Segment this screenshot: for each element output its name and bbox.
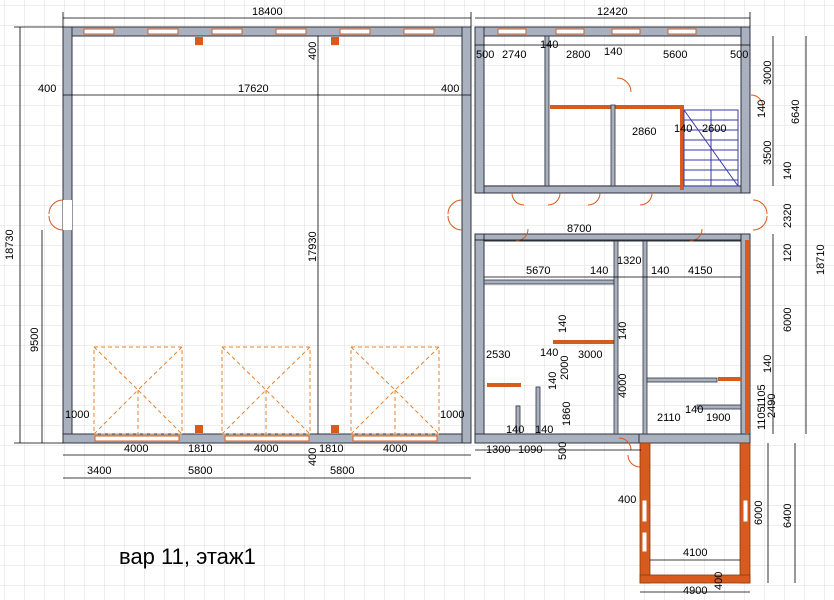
dim-r-2530: 2530 (486, 349, 510, 361)
dim-r-6400: 6400 (782, 504, 794, 528)
wall-left (62, 26, 73, 444)
dim-r-1090: 1090 (518, 444, 542, 456)
column-1 (195, 37, 203, 45)
dim-r-1320: 1320 (617, 255, 641, 267)
dim-r-2860: 2860 (632, 126, 656, 138)
dim-r-6000-b: 6000 (753, 501, 765, 525)
dim-r-8700: 8700 (567, 223, 591, 235)
dim-r-140-e: 140 (782, 162, 794, 180)
dim-r-120: 120 (782, 244, 794, 262)
dim-r-1105-b: 1105 (756, 406, 768, 430)
dim-r-140-k: 140 (547, 372, 559, 390)
dim-left-400-b: 400 (441, 83, 459, 95)
dim-r-140-a: 140 (540, 39, 558, 51)
dim-top-left-total: 18400 (252, 6, 283, 18)
dim-r-140-n: 140 (762, 355, 774, 373)
dim-left-1000: 1000 (65, 409, 89, 421)
dim-left-total-height: 18730 (4, 229, 16, 260)
dim-r-4000: 4000 (617, 374, 629, 398)
dim-r-5670: 5670 (526, 265, 550, 277)
dim-r-1105-a: 1105 (756, 384, 768, 408)
dim-r-6000-a: 6000 (782, 308, 794, 332)
dim-r-4100: 4100 (683, 547, 707, 559)
dim-r-5600: 5600 (663, 49, 687, 61)
dim-bottom-4000-c: 4000 (383, 443, 407, 455)
dim-r-3500: 3500 (762, 141, 774, 165)
dim-left-inner: 17620 (238, 83, 269, 95)
dim-left-9500: 9500 (29, 328, 41, 352)
dim-bottom-1810-b: 1810 (319, 443, 343, 455)
dim-bottom-400: 400 (307, 448, 319, 466)
dim-r-2000: 2000 (559, 356, 571, 380)
dim-r-400-d: 400 (713, 572, 725, 590)
floor-plan: 18400 12420 17620 400 400 400 17930 1873… (0, 0, 834, 600)
grid-background (0, 0, 834, 600)
dim-r-3000: 3000 (762, 61, 774, 85)
dim-r-140-c: 140 (756, 100, 768, 118)
dim-r-500-b: 500 (730, 49, 748, 61)
dim-bottom-4000-b: 4000 (254, 443, 278, 455)
column-4 (331, 425, 339, 433)
dim-r-1900: 1900 (706, 412, 730, 424)
dim-r-140-d: 140 (674, 123, 692, 135)
dim-r-4150: 4150 (688, 265, 712, 277)
plan-caption: вар 11, этаж1 (119, 544, 256, 569)
dim-top-right-total: 12420 (597, 6, 628, 18)
dim-center-height: 17930 (307, 231, 319, 262)
dim-r-2110: 2110 (657, 412, 681, 424)
dim-r-4900: 4900 (683, 585, 707, 597)
dim-r-140-i: 140 (617, 322, 629, 340)
dim-bottom-5800-a: 5800 (188, 465, 212, 477)
dim-r-140-l: 140 (506, 424, 524, 436)
dim-bottom-5800-b: 5800 (330, 465, 354, 477)
wall-right-hall (461, 26, 472, 444)
dim-r-1300: 1300 (486, 444, 510, 456)
dim-r-3000-b: 3000 (578, 349, 602, 361)
dim-r-140-f: 140 (590, 265, 608, 277)
dim-r-400-c: 400 (618, 494, 636, 506)
dim-r-2320: 2320 (782, 204, 794, 228)
dim-bottom-1810-a: 1810 (188, 443, 212, 455)
dim-r-140-g: 140 (651, 265, 669, 277)
dim-r-1860: 1860 (561, 402, 573, 426)
dim-r-140-b: 140 (604, 46, 622, 58)
dim-top-400-vertical: 400 (307, 42, 319, 60)
column-2 (331, 37, 339, 45)
dim-r-2800: 2800 (566, 49, 590, 61)
dim-r-500-a: 500 (476, 49, 494, 61)
dim-left-400-a: 400 (38, 83, 56, 95)
dim-r-140-j: 140 (540, 347, 558, 359)
dim-r-2600: 2600 (702, 123, 726, 135)
dim-r-140-m: 140 (535, 424, 553, 436)
dim-r-6640: 6640 (790, 100, 802, 124)
dim-r-140-o: 140 (685, 404, 703, 416)
dim-right-1000: 1000 (440, 409, 464, 421)
dim-r-2740: 2740 (502, 49, 526, 61)
dim-r-140-h: 140 (557, 315, 569, 333)
left-entrance-gap (63, 200, 72, 230)
dim-r-500-c: 500 (557, 442, 569, 460)
column-3 (195, 425, 203, 433)
bottom-windows (94, 435, 438, 442)
dim-bottom-3400: 3400 (87, 465, 111, 477)
dim-r-18710: 18710 (815, 244, 827, 275)
dim-bottom-4000-a: 4000 (124, 443, 148, 455)
